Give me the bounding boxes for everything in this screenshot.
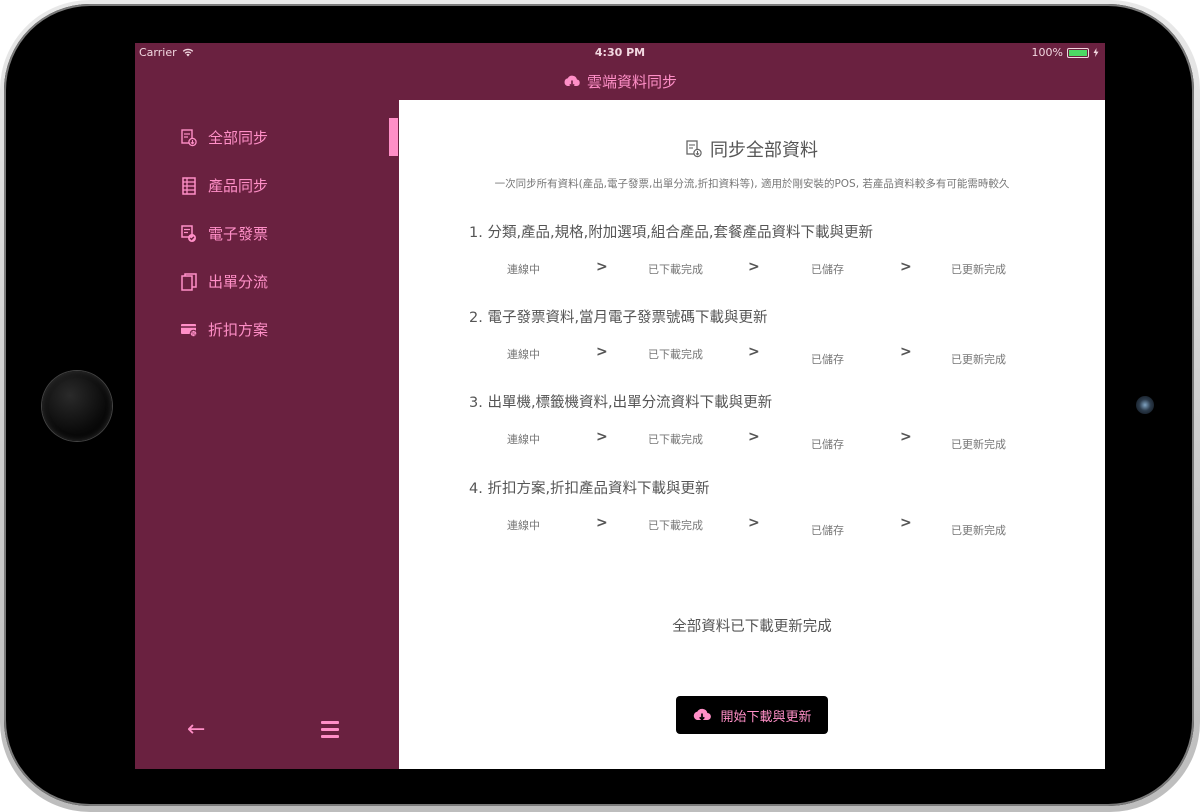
sidebar-item-discount[interactable]: % 折扣方案 — [180, 319, 268, 340]
start-download-button[interactable]: 開始下載與更新 — [676, 696, 828, 734]
sidebar-item-sync-all[interactable]: 全部同步 — [180, 127, 268, 148]
document-sync-icon — [686, 140, 702, 158]
sidebar-item-label: 出單分流 — [208, 273, 269, 291]
section-title: 2. 電子發票資料,當月電子發票號碼下載與更新 — [469, 310, 768, 326]
discount-card-icon: % — [180, 321, 198, 339]
sidebar: 全部同步 產品同步 電子發票 出單分流 % 折扣方案 ← — [135, 100, 398, 769]
battery-indicator: 100% — [1032, 46, 1099, 59]
step-downloaded: 已下載完成 — [648, 433, 703, 446]
charging-icon — [1093, 48, 1099, 57]
step-saved: 已儲存 — [811, 524, 844, 537]
sidebar-item-label: 電子發票 — [208, 225, 269, 243]
battery-icon — [1067, 47, 1089, 58]
step-saved: 已儲存 — [811, 353, 844, 366]
chevron-right-icon: > — [596, 344, 608, 360]
step-connecting: 連線中 — [507, 433, 540, 446]
nav-title: 雲端資料同步 — [586, 73, 677, 91]
chevron-right-icon: > — [596, 259, 608, 275]
chevron-right-icon: > — [748, 259, 760, 275]
nav-bar: 雲端資料同步 — [135, 63, 1105, 100]
page-description: 一次同步所有資料(產品,電子發票,出單分流,折扣資料等), 適用於剛安裝的POS… — [494, 178, 1010, 190]
chevron-right-icon: > — [748, 515, 760, 531]
section-title: 1. 分類,產品,規格,附加選項,組合產品,套餐產品資料下載與更新 — [469, 225, 873, 241]
hamburger-menu-icon[interactable] — [321, 721, 339, 742]
step-updated: 已更新完成 — [951, 438, 1006, 451]
front-camera — [1136, 396, 1154, 414]
sidebar-footer: ← — [135, 717, 398, 747]
step-connecting: 連線中 — [507, 263, 540, 276]
page-title-text: 同步全部資料 — [710, 140, 818, 161]
step-downloaded: 已下載完成 — [648, 348, 703, 361]
sidebar-item-label: 折扣方案 — [208, 321, 269, 339]
main-content: 同步全部資料 一次同步所有資料(產品,電子發票,出單分流,折扣資料等), 適用於… — [399, 100, 1105, 769]
step-saved: 已儲存 — [811, 263, 844, 276]
chevron-right-icon: > — [900, 344, 912, 360]
chevron-right-icon: > — [900, 429, 912, 445]
svg-text:%: % — [191, 331, 196, 337]
sidebar-item-label: 產品同步 — [208, 177, 269, 195]
step-connecting: 連線中 — [507, 519, 540, 532]
step-downloaded: 已下載完成 — [648, 519, 703, 532]
list-icon — [180, 176, 198, 195]
invoice-icon — [180, 224, 198, 243]
sidebar-item-order-routing[interactable]: 出單分流 — [180, 271, 268, 292]
step-updated: 已更新完成 — [951, 263, 1006, 276]
step-updated: 已更新完成 — [951, 524, 1006, 537]
battery-percent: 100% — [1031, 46, 1063, 59]
section-title: 3. 出單機,標籤機資料,出單分流資料下載與更新 — [469, 395, 773, 411]
sidebar-item-e-invoice[interactable]: 電子發票 — [180, 223, 268, 244]
copy-icon — [180, 272, 198, 291]
chevron-right-icon: > — [748, 429, 760, 445]
page-title: 同步全部資料 — [399, 136, 1105, 162]
status-time: 4:30 PM — [594, 46, 646, 59]
chevron-right-icon: > — [596, 515, 608, 531]
chevron-right-icon: > — [900, 515, 912, 531]
sidebar-item-label: 全部同步 — [208, 129, 269, 147]
back-arrow-icon[interactable]: ← — [187, 717, 205, 742]
completion-message: 全部資料已下載更新完成 — [672, 619, 832, 635]
app-screen: Carrier 4:30 PM 100% 雲端資料同步 全部同步 產品同步 電子… — [135, 43, 1105, 769]
step-connecting: 連線中 — [507, 348, 540, 361]
document-sync-icon — [180, 128, 198, 147]
tablet-device: Carrier 4:30 PM 100% 雲端資料同步 全部同步 產品同步 電子… — [0, 0, 1200, 812]
start-button-label: 開始下載與更新 — [720, 709, 812, 725]
section-title: 4. 折扣方案,折扣產品資料下載與更新 — [469, 481, 710, 497]
active-item-indicator — [389, 118, 398, 156]
step-downloaded: 已下載完成 — [648, 263, 703, 276]
chevron-right-icon: > — [900, 259, 912, 275]
step-saved: 已儲存 — [811, 438, 844, 451]
step-updated: 已更新完成 — [951, 353, 1006, 366]
chevron-right-icon: > — [596, 429, 608, 445]
home-button[interactable] — [42, 371, 112, 441]
cloud-download-icon — [694, 708, 712, 721]
cloud-download-icon — [564, 75, 580, 88]
chevron-right-icon: > — [748, 344, 760, 360]
status-bar: Carrier 4:30 PM 100% — [135, 43, 1105, 63]
sidebar-item-product-sync[interactable]: 產品同步 — [180, 175, 268, 196]
